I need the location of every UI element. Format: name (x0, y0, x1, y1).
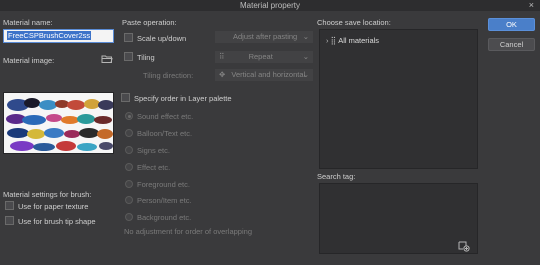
order-radio[interactable] (125, 163, 133, 171)
order-option: Person/Item etc. (137, 196, 192, 205)
paper-texture-checkbox[interactable] (5, 201, 14, 210)
scale-dropdown-value: Adjust after pasting (233, 32, 298, 41)
brush-tip-checkbox[interactable] (5, 216, 14, 225)
scale-checkbox[interactable] (124, 33, 133, 42)
paste-operation-label: Paste operation: (122, 18, 177, 27)
order-radio[interactable] (125, 180, 133, 188)
brush-settings-label: Material settings for brush: (3, 190, 92, 199)
tiling-checkbox[interactable] (124, 52, 133, 61)
search-tag-list[interactable] (319, 183, 478, 254)
order-option: Effect etc. (137, 163, 171, 172)
specify-order-checkbox[interactable] (121, 93, 130, 102)
order-option: Signs etc. (137, 146, 170, 155)
order-radio[interactable] (125, 213, 133, 221)
save-location-label: Choose save location: (317, 18, 391, 27)
tiling-direction-label: Tiling direction: (143, 71, 194, 80)
search-tag-label: Search tag: (317, 172, 356, 181)
no-adjust-note: No adjustment for order of overlapping (124, 227, 252, 236)
scale-label: Scale up/down (137, 34, 187, 43)
chevron-down-icon: ⌄ (302, 32, 309, 41)
chevron-down-icon: ⌄ (302, 70, 309, 79)
order-option: Sound effect etc. (137, 112, 194, 121)
material-image-preview (3, 92, 114, 154)
material-name-value: FreeCSPBrushCover2ss (7, 31, 92, 40)
material-image-label: Material image: (3, 56, 55, 65)
chevron-right-icon: › (326, 36, 329, 45)
tiling-label: Tiling (137, 53, 155, 62)
ok-button[interactable]: OK (488, 18, 535, 31)
tiling-dropdown-value: Repeat (248, 52, 273, 61)
tiling-direction-value: Vertical and horizontal (231, 70, 306, 79)
repeat-icon: ⠿ (219, 52, 225, 61)
order-radio[interactable] (125, 196, 133, 204)
chevron-down-icon: ⌄ (302, 52, 309, 61)
scale-dropdown[interactable]: Adjust after pasting ⌄ (215, 31, 313, 43)
tree-item-all-materials[interactable]: › ⣿ All materials (326, 36, 379, 45)
window-title: Material property (239, 1, 301, 10)
order-option: Balloon/Text etc. (137, 129, 193, 138)
move-icon: ✥ (219, 70, 226, 79)
brush-tip-label: Use for brush tip shape (18, 217, 96, 226)
brush-strokes-preview (4, 93, 113, 153)
add-tag-icon[interactable] (458, 241, 470, 252)
paper-texture-label: Use for paper texture (18, 202, 89, 211)
save-location-tree[interactable]: › ⣿ All materials (319, 29, 478, 169)
order-radio[interactable] (125, 146, 133, 154)
material-name-input[interactable]: FreeCSPBrushCover2ss (3, 29, 114, 43)
tiling-dropdown[interactable]: ⠿ Repeat ⌄ (215, 51, 313, 63)
cancel-button[interactable]: Cancel (488, 38, 535, 51)
order-option: Foreground etc. (137, 180, 190, 189)
materials-grid-icon: ⣿ (330, 36, 337, 45)
close-icon[interactable]: × (529, 0, 534, 11)
order-radio[interactable] (125, 112, 133, 120)
title-bar: Material property × (0, 0, 540, 11)
specify-order-label: Specify order in Layer palette (134, 94, 232, 103)
order-option: Background etc. (137, 213, 192, 222)
tree-item-label: All materials (338, 36, 380, 45)
tiling-direction-dropdown[interactable]: ✥ Vertical and horizontal ⌄ (215, 69, 313, 81)
material-name-label: Material name: (3, 18, 53, 27)
order-radio[interactable] (125, 129, 133, 137)
folder-icon[interactable] (101, 54, 113, 64)
